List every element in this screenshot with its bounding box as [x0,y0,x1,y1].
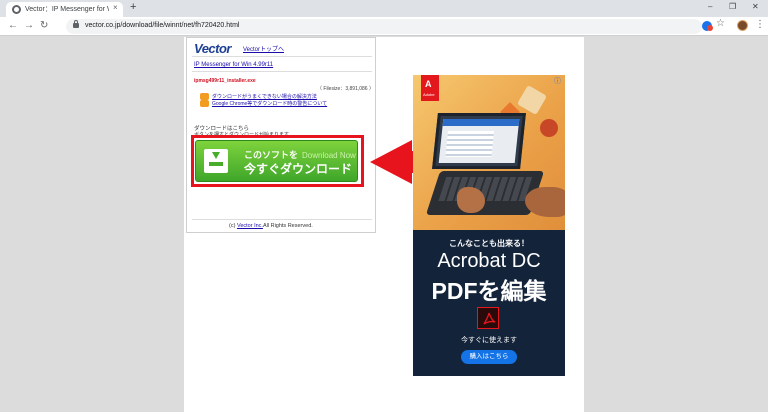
star-icon[interactable]: ☆ [716,18,725,29]
ad-product: Acrobat DC [437,250,541,272]
browser-tab[interactable]: Vector：IP Messenger for Win の × [6,2,123,17]
menu-icon[interactable]: ⋮ [755,19,765,30]
ad-subtext: 今すぐに使えます [461,337,517,344]
address-bar[interactable]: vector.co.jp/download/file/winnt/net/fh7… [66,19,702,34]
copyright-prefix: (c) [229,223,236,229]
forward-button[interactable]: → [24,19,34,33]
new-tab-button[interactable]: + [130,1,136,13]
ad-headline: PDFを編集 [431,278,547,304]
laptop-keyboard [425,171,545,215]
info-icon[interactable]: ⓘ [554,76,561,86]
laptop-ui [438,119,520,163]
minimize-button[interactable]: – [708,2,712,11]
adobe-logo-letter: A [425,79,432,89]
tab-title: Vector：IP Messenger for Win の [25,6,109,13]
copyright: (c) Vector Inc.All Rights Reserved. [229,223,313,229]
extension-icon[interactable] [702,21,713,31]
url-text: vector.co.jp/download/file/winnt/net/fh7… [85,22,240,29]
help-icon [200,100,209,107]
copyright-suffix: All Rights Reserved. [262,223,313,229]
lock-icon [73,20,79,28]
decor-shape [540,119,558,137]
ad-tagline: こんなことも出来る！ [449,239,529,248]
pdf-icon [477,307,499,329]
file-size: （ Filesize：3,891,086 ） [317,86,374,92]
vector-inc-link[interactable]: Vector Inc. [237,223,263,229]
software-title-link[interactable]: IP Messenger for Win 4.99r11 [194,62,273,68]
tab-strip: Vector：IP Messenger for Win の × + – ❐ ✕ [0,0,768,17]
close-window-button[interactable]: ✕ [752,2,759,11]
maximize-button[interactable]: ❐ [729,2,736,11]
adobe-logo: A Adobe [421,75,439,101]
back-button[interactable]: ← [8,19,18,33]
ad-cta-button[interactable]: 購入はこちら [461,350,517,364]
adobe-logo-text: Adobe [423,92,435,97]
avatar[interactable] [737,20,748,31]
help-icon [200,93,209,100]
file-name: ipmsg499r11_installer.exe [194,78,256,84]
vector-logo[interactable]: Vector [194,41,231,56]
highlight-box [191,135,364,187]
divider [192,56,372,57]
help-link-chrome-warning[interactable]: Google Chrome等でダウンロード時の警告について [212,100,327,107]
adobe-ad[interactable]: A Adobe ⓘ こんなことも出来る！ Acrobat DC PDFを編集 今… [413,75,565,376]
divider [192,219,372,220]
divider [192,71,372,72]
tab-close-icon[interactable]: × [113,3,118,12]
hand [525,187,565,217]
hand [457,187,485,213]
browser-toolbar: ← → ↻ vector.co.jp/download/file/winnt/n… [0,17,768,36]
vector-top-link[interactable]: Vectorトップへ [243,44,284,53]
ad-text-panel: こんなことも出来る！ Acrobat DC PDFを編集 今すぐに使えます 購入… [413,230,565,376]
globe-favicon-icon [12,5,21,14]
laptop-screen [432,113,526,169]
help-link-solution[interactable]: ダウンロードがうまくできない場合の解決方法 [212,93,317,100]
reload-button[interactable]: ↻ [40,19,48,33]
decor-shape [516,84,548,116]
